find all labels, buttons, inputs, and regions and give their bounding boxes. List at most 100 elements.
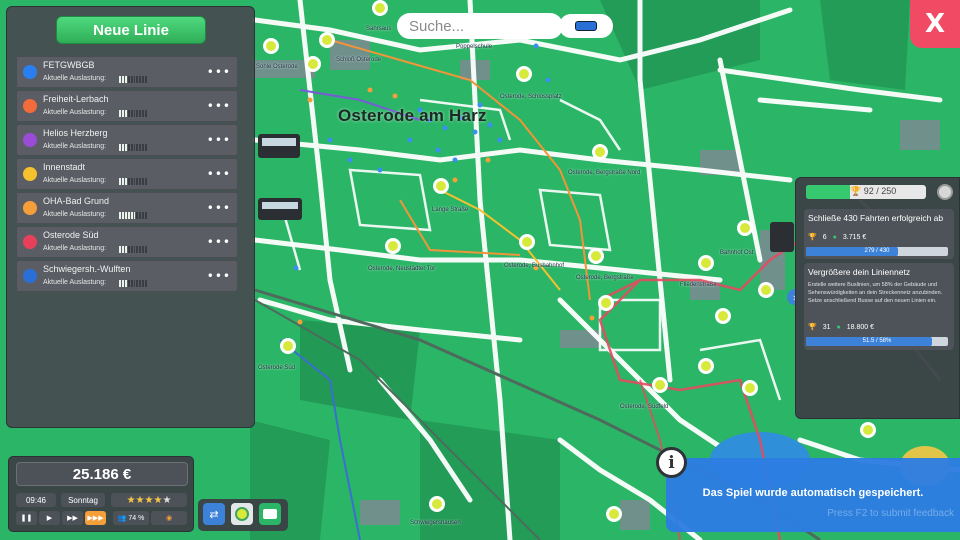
goal-card[interactable]: Vergrößere dein Liniennetz Erstelle weit… <box>804 263 954 350</box>
stop-label: Osterode, Neustädter Tor <box>368 266 436 272</box>
people-icon: 👥 <box>117 514 127 522</box>
weekday: Sonntag <box>61 493 105 507</box>
fastest-button[interactable]: ▶▶▶ <box>85 511 106 525</box>
status-hud: 25.186 € 09:46 Sonntag ★ ★ ★ ★ ★ ❚❚ ▶ ▶▶ ▶▶▶… <box>8 456 194 532</box>
info-button[interactable]: i <box>656 447 687 478</box>
stop-label: Osterode, Schlossplatz <box>500 94 562 100</box>
goal-reward: 🏆 31 ● 18.800 € <box>808 323 874 331</box>
passenger-satisfaction[interactable]: 👥 74 % <box>113 511 149 525</box>
close-button[interactable]: X <box>910 0 960 48</box>
trophy-count: 🏆 92 / 250 <box>850 186 897 197</box>
more-options-icon[interactable]: ••• <box>207 167 231 181</box>
stop-tool-button[interactable] <box>231 503 253 525</box>
line-load-label: Aktuelle Auslastung: <box>43 245 107 252</box>
speed-controls: ❚❚ ▶ ▶▶ ▶▶▶ <box>16 511 106 525</box>
star-icon: ★ <box>162 494 172 506</box>
city-label: Osterode am Harz <box>338 106 487 125</box>
line-load-bar <box>119 280 148 287</box>
autosave-notification[interactable]: Das Spiel wurde automatisch gespeichert.… <box>666 458 960 532</box>
stop-label: Sohle Osterode <box>256 64 298 70</box>
goal-description: Erstelle weitere Buslinien, um 58% der G… <box>808 282 943 304</box>
more-options-icon[interactable]: ••• <box>207 269 231 283</box>
line-row[interactable]: Freiheit-Lerbach Aktuelle Auslastung: ••• <box>16 90 238 122</box>
fast-forward-button[interactable]: ▶▶ <box>62 511 83 525</box>
new-line-button[interactable]: Neue Linie <box>56 16 206 44</box>
search-input[interactable] <box>397 13 563 39</box>
line-load-bar <box>119 246 148 253</box>
star-icon: ★ <box>144 494 154 506</box>
goal-progress-text: 279 / 430 <box>864 248 890 254</box>
pause-button[interactable]: ❚❚ <box>16 511 37 525</box>
line-row[interactable]: Osterode Süd Aktuelle Auslastung: ••• <box>16 226 238 258</box>
line-load-bar <box>119 110 148 117</box>
line-row[interactable]: FETGWBGB Aktuelle Auslastung: ••• <box>16 56 238 88</box>
locate-button[interactable]: ◉ <box>151 511 187 525</box>
clock: 09:46 <box>16 493 56 507</box>
notification-message: Das Spiel wurde automatisch gespeichert. <box>702 487 924 499</box>
bus-tool-button[interactable] <box>259 503 281 525</box>
trophy-progress: 🏆 92 / 250 <box>806 185 926 199</box>
line-row[interactable]: Schwiegersh.-Wulften Aktuelle Auslastung:… <box>16 260 238 292</box>
more-options-icon[interactable]: ••• <box>207 235 231 249</box>
line-load-bar <box>119 76 148 83</box>
line-load-label: Aktuelle Auslastung: <box>43 109 107 116</box>
bus-icon <box>263 509 277 519</box>
money-display: 25.186 € <box>16 462 188 486</box>
line-row[interactable]: Helios Herzberg Aktuelle Auslastung: ••• <box>16 124 238 156</box>
route-icon: ⇄ <box>209 507 219 521</box>
goal-progress-text: 51.5 / 58% <box>862 338 892 344</box>
star-icon: ★ <box>126 494 136 506</box>
money-icon: ● <box>832 233 837 241</box>
line-load-label: Aktuelle Auslastung: <box>43 75 107 82</box>
search-bar <box>397 13 617 39</box>
stop-label: Lange Straße <box>432 207 469 213</box>
line-row[interactable]: Innenstadt Aktuelle Auslastung: ••• <box>16 158 238 190</box>
goal-progress-bar: 279 / 430 <box>806 247 948 256</box>
company-rating[interactable]: ★ ★ ★ ★ ★ <box>111 493 187 507</box>
line-color-dot <box>23 99 37 113</box>
stop-label: Osterode, Südfeld <box>620 404 669 410</box>
map-pin-icon: ◉ <box>165 514 173 522</box>
more-options-icon[interactable]: ••• <box>207 99 231 113</box>
stop-label: Osterode, Busbahnhof <box>504 263 565 269</box>
more-options-icon[interactable]: ••• <box>207 65 231 79</box>
more-options-icon[interactable]: ••• <box>207 201 231 215</box>
line-name: FETGWBGB <box>43 60 95 70</box>
line-load-bar <box>119 212 148 219</box>
line-color-dot <box>23 201 37 215</box>
stop-label: Osterode Süd <box>258 365 296 371</box>
more-options-icon[interactable]: ••• <box>207 133 231 147</box>
bus-icon <box>575 21 597 31</box>
line-color-dot <box>23 167 37 181</box>
goal-title: Schließe 430 Fahrten erfolgreich ab <box>808 213 944 223</box>
play-button[interactable]: ▶ <box>39 511 60 525</box>
feedback-hint: Press F2 to submit feedback <box>827 508 954 519</box>
bus-filter-toggle[interactable] <box>559 14 613 38</box>
stop-label: Schwiegershausen <box>410 520 461 526</box>
money-icon: ● <box>836 323 841 331</box>
trophy-progress-fill <box>806 185 851 199</box>
line-name: OHA-Bad Grund <box>43 196 110 206</box>
goal-card[interactable]: Schließe 430 Fahrten erfolgreich ab 🏆 6 ●… <box>804 209 954 259</box>
goals-panel: 🏆 92 / 250 Schließe 430 Fahrten erfolgre… <box>795 177 960 419</box>
achievement-icon[interactable] <box>937 184 953 200</box>
stop-label: Fliedenstraße <box>680 282 717 288</box>
line-load-label: Aktuelle Auslastung: <box>43 177 107 184</box>
line-load-label: Aktuelle Auslastung: <box>43 211 107 218</box>
trophy-icon: 🏆 <box>808 323 817 331</box>
line-color-dot <box>23 65 37 79</box>
line-row[interactable]: OHA-Bad Grund Aktuelle Auslastung: ••• <box>16 192 238 224</box>
line-color-dot <box>23 269 37 283</box>
bus-stop-icon <box>235 507 249 521</box>
stop-label: Osterode, Bergstraße Nord <box>568 170 641 176</box>
close-icon: X <box>924 9 946 39</box>
line-name: Innenstadt <box>43 162 86 172</box>
star-icon: ★ <box>153 494 163 506</box>
goal-reward: 🏆 6 ● 3.715 € <box>808 233 867 241</box>
line-load-bar <box>119 144 148 151</box>
line-load-label: Aktuelle Auslastung: <box>43 279 107 286</box>
line-load-bar <box>119 178 148 185</box>
route-tool-button[interactable]: ⇄ <box>203 503 225 525</box>
line-list: FETGWBGB Aktuelle Auslastung: ••• Freiheit-… <box>16 56 238 294</box>
passenger-percentage: 74 % <box>128 514 145 522</box>
